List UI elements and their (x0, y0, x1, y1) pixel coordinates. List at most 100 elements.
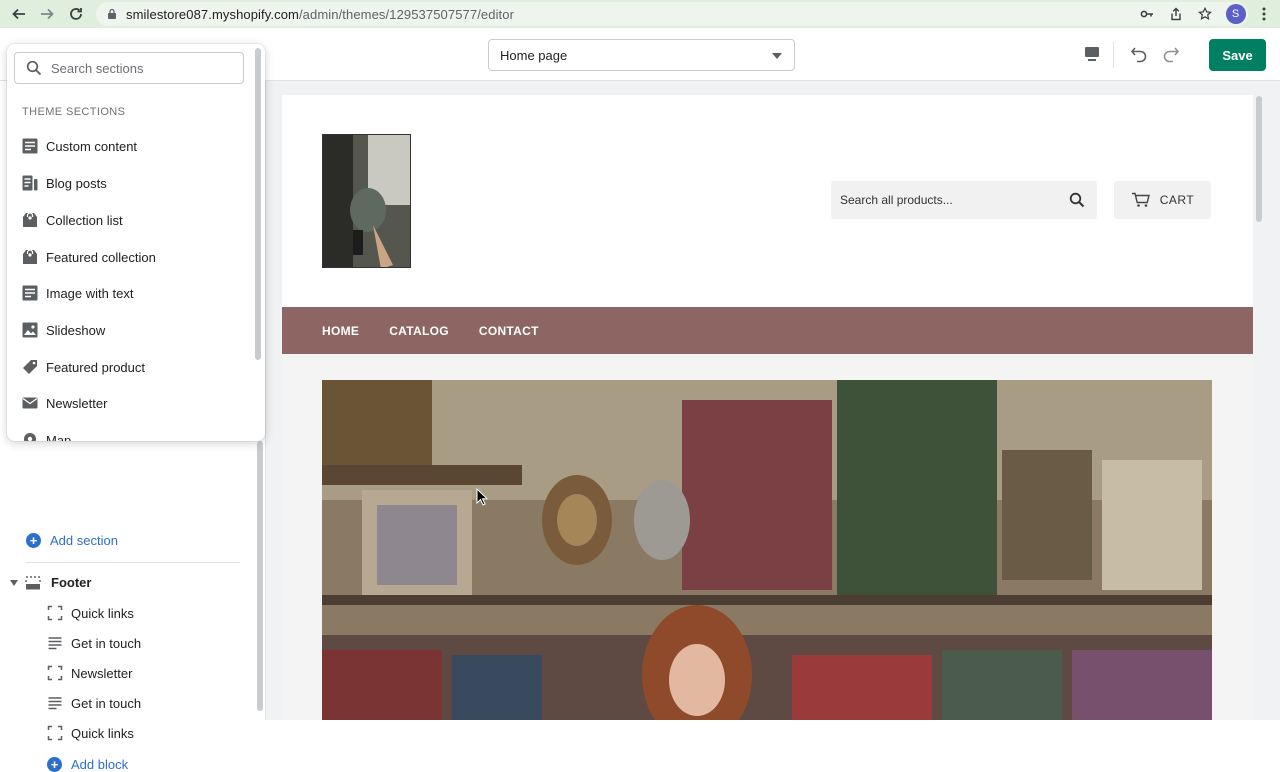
preview-scrollbar[interactable] (1256, 96, 1262, 222)
plus-circle-icon: + (26, 533, 41, 548)
add-block-label: Add block (71, 757, 129, 772)
dashed-square-icon (47, 665, 63, 681)
reload-button[interactable] (62, 0, 90, 28)
store-search-input[interactable]: Search all products... (831, 181, 1097, 219)
search-icon (26, 60, 42, 76)
redo-icon (1163, 47, 1180, 63)
store-navigation: HOME CATALOG CONTACT (282, 307, 1253, 354)
forward-button[interactable] (33, 0, 61, 28)
search-icon[interactable] (1069, 192, 1085, 208)
omnibox-actions: S (1132, 2, 1248, 26)
desktop-monitor-icon (1085, 47, 1099, 61)
footer-block-get-in-touch[interactable]: Get in touch (47, 635, 141, 651)
section-search-input[interactable] (51, 60, 231, 76)
blog-icon (22, 175, 38, 191)
block-label: Get in touch (71, 695, 142, 711)
desktop-view-button[interactable] (1080, 42, 1104, 66)
section-option-blog-posts[interactable]: Blog posts (22, 175, 107, 191)
section-option-image-with-text[interactable]: Image with text (22, 285, 133, 301)
page-selector-value: Home page (500, 47, 568, 63)
nav-link-contact[interactable]: CONTACT (479, 324, 539, 338)
redo-button[interactable] (1159, 42, 1183, 66)
cart-button[interactable]: CART (1114, 181, 1211, 219)
store-search-placeholder: Search all products... (840, 193, 953, 207)
nav-link-catalog[interactable]: CATALOG (389, 324, 449, 338)
section-option-featured-collection[interactable]: Featured collection (22, 249, 156, 265)
theme-sections-heading: THEME SECTIONS (22, 106, 126, 118)
section-option-label: Featured collection (46, 249, 156, 265)
section-option-label: Blog posts (46, 175, 107, 191)
add-block-button[interactable]: + Add block (47, 757, 128, 772)
dashed-square-icon (47, 725, 63, 741)
section-picker-popover: THEME SECTIONS Custom content Blog posts… (7, 44, 265, 441)
save-button[interactable]: Save (1209, 39, 1266, 71)
section-option-slideshow[interactable]: Slideshow (22, 322, 105, 338)
footer-section[interactable]: Footer (10, 575, 91, 590)
section-option-label: Image with text (46, 285, 134, 301)
add-section-label: Add section (50, 533, 118, 548)
page-selector[interactable]: Home page (488, 39, 795, 71)
footer-block-quick-links[interactable]: Quick links (47, 605, 134, 621)
key-button[interactable] (1132, 2, 1161, 26)
undo-button[interactable] (1127, 42, 1151, 66)
caret-down-icon (772, 53, 782, 59)
store-logo-image[interactable] (322, 134, 411, 268)
logo-photo (323, 135, 410, 267)
star-icon (1197, 7, 1212, 20)
hero-photo (322, 380, 1212, 720)
section-option-label: Slideshow (46, 322, 106, 338)
share-icon (1170, 7, 1181, 21)
footer-block-get-in-touch[interactable]: Get in touch (47, 695, 141, 711)
browser-toolbar: smilestore087.myshopify.com/admin/themes… (0, 0, 1280, 28)
product-tag-icon (23, 360, 37, 374)
key-icon (1140, 10, 1153, 18)
image-icon (22, 322, 38, 338)
nav-link-home[interactable]: HOME (322, 324, 359, 338)
hero-image[interactable] (322, 380, 1212, 720)
section-option-newsletter[interactable]: Newsletter (22, 395, 107, 411)
block-label: Newsletter (71, 665, 133, 681)
plus-circle-icon: + (47, 757, 62, 772)
section-divider (26, 562, 240, 563)
section-search-field[interactable] (14, 52, 244, 84)
section-option-custom-content[interactable]: Custom content (22, 138, 137, 154)
cart-icon (1131, 192, 1150, 207)
lines-icon (48, 697, 62, 710)
reload-icon (70, 8, 82, 20)
profile-button[interactable]: S (1219, 2, 1248, 26)
footer-block-newsletter[interactable]: Newsletter (47, 665, 132, 681)
back-arrow-icon (12, 8, 25, 20)
lock-icon (108, 8, 116, 19)
section-option-featured-product[interactable]: Featured product (22, 359, 145, 375)
kebab-menu-icon (1262, 7, 1266, 21)
sidebar-scrollbar[interactable] (257, 441, 263, 711)
url-domain: smilestore087.myshopify.com (126, 6, 299, 22)
section-option-collection-list[interactable]: Collection list (22, 212, 123, 228)
block-label: Quick links (71, 725, 134, 741)
browser-menu-button[interactable] (1256, 4, 1272, 24)
text-block-icon (22, 138, 38, 154)
url-path: /admin/themes/129537507577/editor (298, 6, 515, 22)
share-button[interactable] (1161, 2, 1190, 26)
section-option-label: Collection list (46, 212, 123, 228)
lines-icon (48, 637, 62, 650)
section-option-label: Custom content (46, 138, 138, 154)
mouse-pointer-icon (476, 488, 488, 506)
popover-scrollbar[interactable] (255, 48, 261, 360)
footer-block-quick-links[interactable]: Quick links (47, 725, 134, 741)
url-text: smilestore087.myshopify.com/admin/themes… (126, 7, 514, 22)
block-label: Get in touch (71, 635, 142, 651)
section-option-label: Map (46, 432, 72, 442)
address-bar[interactable]: smilestore087.myshopify.com/admin/themes… (96, 2, 1248, 26)
caret-down-icon[interactable] (10, 579, 18, 586)
section-option-map[interactable]: Map (22, 432, 71, 441)
collection-tag-icon (23, 249, 37, 264)
back-button[interactable] (5, 0, 33, 28)
add-section-button[interactable]: + Add section (26, 533, 118, 548)
footer-label: Footer (51, 575, 92, 590)
bookmark-button[interactable] (1190, 2, 1219, 26)
section-option-label: Featured product (46, 359, 146, 375)
envelope-icon (22, 397, 38, 409)
avatar: S (1225, 4, 1246, 24)
map-pin-icon (24, 433, 36, 441)
